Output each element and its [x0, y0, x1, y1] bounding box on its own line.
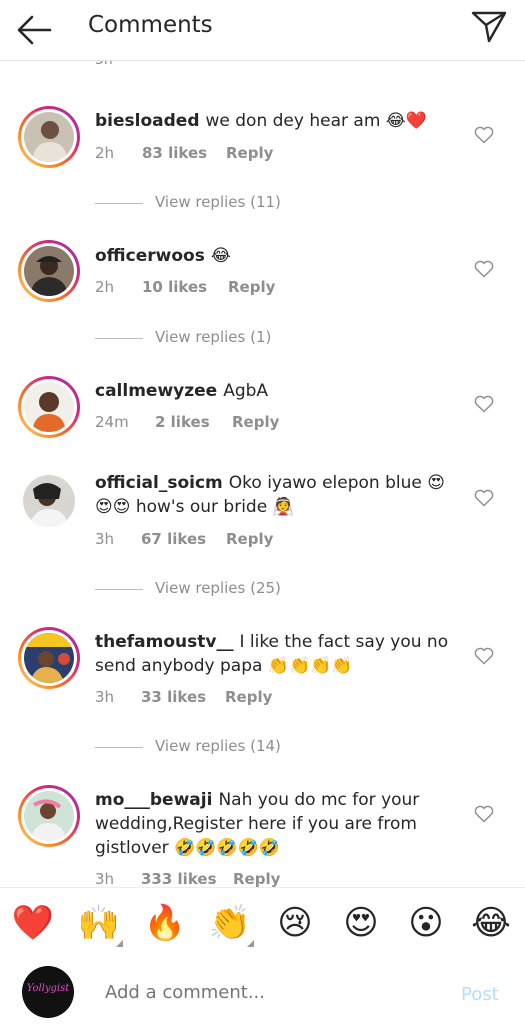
comment-meta: 2h 10 likes Reply: [95, 277, 275, 297]
comment-time: 2h: [95, 278, 115, 296]
comment-meta: 2h 83 likes Reply: [95, 143, 273, 163]
direct-send-icon[interactable]: [470, 8, 508, 44]
comment-meta: 3h 67 likes Reply: [95, 529, 273, 549]
comment-time: 3h: [95, 530, 115, 548]
clapping-emoji-button[interactable]: 👏: [208, 901, 254, 947]
comment-username[interactable]: official_soicm: [95, 473, 223, 493]
comment-likes[interactable]: 67 likes: [141, 529, 226, 549]
skin-tone-indicator: [247, 940, 254, 947]
comment-username[interactable]: biesloaded: [95, 111, 200, 131]
post-button[interactable]: Post: [461, 984, 499, 1005]
comment-body: official_soicm Oko iyawo elepon blue 😍😍😍 …: [95, 471, 455, 519]
avatar[interactable]: [18, 627, 80, 689]
comment-username[interactable]: thefamoustv__: [95, 632, 233, 652]
reply-button[interactable]: Reply: [233, 869, 280, 887]
comment-composer: Yollygist Post: [0, 958, 525, 1024]
partial-comment-time: 3h: [95, 61, 113, 68]
avatar[interactable]: [18, 106, 80, 168]
avatar-logo-text: Yollygist: [26, 983, 70, 994]
comment-likes[interactable]: 83 likes: [142, 143, 226, 163]
comment-likes[interactable]: 33 likes: [141, 687, 225, 707]
comment-body: officerwoos 😂: [95, 244, 455, 268]
skin-tone-indicator: [116, 940, 123, 947]
comment-meta: 3h 333 likes Reply: [95, 869, 280, 887]
comment-time: 24m: [95, 413, 129, 431]
add-comment-input[interactable]: [105, 982, 435, 1003]
comment-body: biesloaded we don dey hear am 😂❤️: [95, 109, 455, 133]
reply-button[interactable]: Reply: [226, 529, 273, 549]
current-user-avatar: Yollygist: [22, 966, 74, 1018]
like-heart-icon[interactable]: [474, 489, 494, 507]
comment-body: thefamoustv__ I like the fact say you no …: [95, 630, 455, 678]
quick-emoji-bar: ❤️ 🙌 🔥 👏 😢 😍 😮 😂: [0, 887, 525, 958]
comment-text: AgbA: [223, 381, 269, 401]
comment-username[interactable]: callmewyzee: [95, 381, 217, 401]
comment-time: 3h: [95, 870, 115, 887]
avatar[interactable]: [18, 240, 80, 302]
avatar[interactable]: [18, 785, 80, 847]
comment-time: 2h: [95, 144, 115, 162]
reply-button[interactable]: Reply: [225, 687, 272, 707]
comment-username[interactable]: officerwoos: [95, 246, 205, 266]
reply-button[interactable]: Reply: [226, 143, 273, 163]
avatar[interactable]: [18, 470, 80, 532]
comment-text: 😂: [210, 246, 231, 266]
like-heart-icon[interactable]: [474, 126, 494, 144]
laughing-emoji-button[interactable]: 😂: [469, 901, 513, 945]
page-title: Comments: [88, 12, 213, 38]
comment-meta: 3h 33 likes Reply: [95, 687, 272, 707]
reply-button[interactable]: Reply: [228, 277, 275, 297]
reply-button[interactable]: Reply: [232, 412, 279, 432]
heart-eyes-emoji-button[interactable]: 😍: [339, 901, 383, 945]
crying-emoji-button[interactable]: 😢: [273, 901, 317, 945]
comment-username[interactable]: mo___bewaji: [95, 790, 212, 810]
comment-likes[interactable]: 10 likes: [142, 277, 228, 297]
like-heart-icon[interactable]: [474, 260, 494, 278]
comment-text: we don dey hear am 😂❤️: [205, 111, 427, 131]
like-heart-icon[interactable]: [474, 805, 494, 823]
comment-likes[interactable]: 333 likes: [141, 869, 233, 887]
raising-hands-emoji-button[interactable]: 🙌: [77, 901, 123, 947]
comment-body: mo___bewaji Nah you do mc for your weddin…: [95, 788, 455, 860]
comments-list: 3h biesloadedwe don dey hear am 😂❤️ 2h 83…: [0, 61, 525, 887]
surprised-emoji-button[interactable]: 😮: [404, 901, 448, 945]
back-arrow-icon[interactable]: [14, 12, 54, 48]
comment-likes[interactable]: 2 likes: [155, 412, 232, 432]
like-heart-icon[interactable]: [474, 395, 494, 413]
avatar[interactable]: [18, 376, 80, 438]
like-heart-icon[interactable]: [474, 647, 494, 665]
fire-emoji-button[interactable]: 🔥: [143, 901, 187, 945]
header: Comments: [0, 0, 525, 61]
heart-emoji-button[interactable]: ❤️: [11, 901, 55, 945]
comment-time: 3h: [95, 688, 115, 706]
comment-meta: 24m 2 likes Reply: [95, 412, 279, 432]
comment-body: callmewyzee AgbA: [95, 379, 455, 403]
